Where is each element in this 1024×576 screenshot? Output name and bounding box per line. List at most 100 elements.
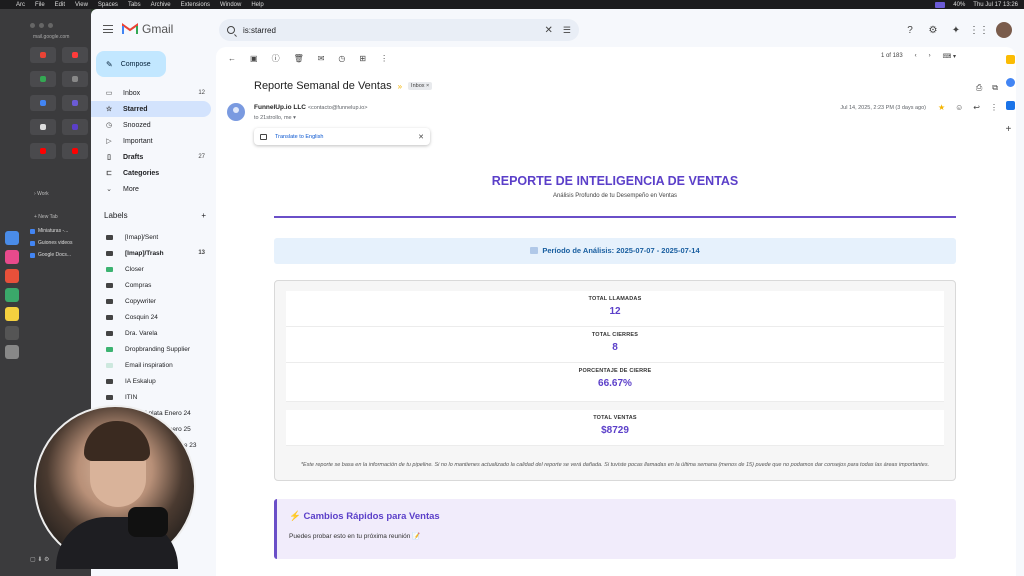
analysis-period: Período de Análisis: 2025-07-07 - 2025-0… xyxy=(274,237,956,264)
label-item[interactable]: [Imap]/Trash 13 xyxy=(91,245,211,261)
trash-icon[interactable] xyxy=(5,345,19,359)
next-page-icon[interactable]: › xyxy=(929,53,931,60)
star-icon[interactable]: ★ xyxy=(938,103,945,112)
pinned-tab[interactable] xyxy=(62,71,88,87)
sender-name[interactable]: FunnelUp.io LLC xyxy=(254,104,306,111)
more-options-icon[interactable]: ⋮ xyxy=(380,54,388,63)
menu-item-arc[interactable]: Arc xyxy=(16,2,25,8)
settings-gear-icon[interactable]: ⚙ xyxy=(927,24,939,36)
menu-item-edit[interactable]: Edit xyxy=(55,2,65,8)
compose-button[interactable]: ✎ Compose xyxy=(96,51,166,77)
new-tab-button[interactable]: + New Tab xyxy=(34,214,58,220)
nav-item-important[interactable]: ▷ Important xyxy=(91,133,211,149)
clock[interactable]: Thu Jul 17 13:26 xyxy=(973,2,1018,8)
nav-item-drafts[interactable]: ▯ Drafts 27 xyxy=(91,149,211,165)
pinned-tab[interactable] xyxy=(30,95,56,111)
menu-item-extensions[interactable]: Extensions xyxy=(181,2,210,8)
search-icon[interactable] xyxy=(227,26,235,34)
nav-item-snoozed[interactable]: ◷ Snoozed xyxy=(91,117,211,133)
dock-app-icon[interactable] xyxy=(5,269,19,283)
clear-search-icon[interactable]: ✕ xyxy=(545,25,553,36)
menu-item-archive[interactable]: Archive xyxy=(151,2,171,8)
label-item[interactable]: [Imap]/Sent xyxy=(91,229,211,245)
sidebar-tab[interactable]: Miniaturas -... xyxy=(30,228,72,234)
folder-work[interactable]: › Work xyxy=(34,191,49,197)
search-bar[interactable]: ✕ ☰ xyxy=(219,19,579,41)
gemini-sparkle-icon[interactable]: ✦ xyxy=(950,24,962,36)
help-icon[interactable]: ? xyxy=(904,24,916,36)
add-addon-icon[interactable]: + xyxy=(1006,124,1015,135)
nav-item-inbox[interactable]: ▭ Inbox 12 xyxy=(91,85,211,101)
menu-item-spaces[interactable]: Spaces xyxy=(98,2,118,8)
label-item[interactable]: IA Eskalup xyxy=(91,373,211,389)
sender-avatar[interactable] xyxy=(227,103,245,121)
label-item[interactable]: ITIN xyxy=(91,389,211,405)
gmail-logo[interactable]: Gmail xyxy=(122,22,173,36)
label-item[interactable]: Compras xyxy=(91,277,211,293)
emoji-react-icon[interactable]: ☺ xyxy=(955,103,963,112)
menu-item-help[interactable]: Help xyxy=(251,2,263,8)
pinned-tab[interactable] xyxy=(62,119,88,135)
window-controls[interactable] xyxy=(30,23,53,28)
label-item[interactable]: Email inspiration xyxy=(91,357,211,373)
dock-app-icon[interactable] xyxy=(5,307,19,321)
recipients[interactable]: to 21strollo, me ▾ xyxy=(254,115,296,121)
label-item[interactable]: Cosquin 24 xyxy=(91,309,211,325)
screen-record-icon[interactable] xyxy=(935,1,946,8)
account-avatar[interactable] xyxy=(996,22,1012,38)
pinned-tab[interactable] xyxy=(30,143,56,159)
move-to-icon[interactable]: ⊞ xyxy=(359,54,366,63)
label-item[interactable]: Dropbranding Supplier xyxy=(91,341,211,357)
translate-link[interactable]: Translate to English xyxy=(275,134,323,140)
search-options-icon[interactable]: ☰ xyxy=(563,25,571,36)
pinned-tab[interactable] xyxy=(30,119,56,135)
close-icon[interactable]: ✕ xyxy=(418,133,424,141)
print-icon[interactable]: ⎙ xyxy=(976,83,982,93)
archive-icon[interactable]: ▣ xyxy=(250,54,258,63)
label-item[interactable]: Dra. Varela xyxy=(91,325,211,341)
pinned-tab[interactable] xyxy=(62,47,88,63)
sidebar-tab[interactable]: Guiones videos xyxy=(30,240,72,246)
menu-item-view[interactable]: View xyxy=(75,2,88,8)
pinned-tab[interactable] xyxy=(62,143,88,159)
pinned-tab[interactable] xyxy=(30,47,56,63)
nav-item-more[interactable]: ⌄ More xyxy=(91,181,211,197)
label-item[interactable]: Closer xyxy=(91,261,211,277)
label-item[interactable]: Copywriter xyxy=(91,293,211,309)
apps-grid-icon[interactable]: ⋮⋮ xyxy=(969,24,989,36)
dock-app-icon[interactable] xyxy=(5,250,19,264)
contacts-icon[interactable] xyxy=(1005,101,1015,110)
sender-email: <contacto@funnelup.io> xyxy=(307,105,368,111)
mark-unread-icon[interactable]: ✉ xyxy=(318,54,325,63)
report-spam-icon[interactable]: ⓘ xyxy=(272,53,280,64)
dock-app-icon[interactable] xyxy=(5,288,19,302)
input-tools-icon[interactable]: ⌨ ▾ xyxy=(943,53,956,60)
pinned-tabs-grid xyxy=(30,47,88,159)
dock-app-icon[interactable] xyxy=(5,231,19,245)
gmail-nav: ▭ Inbox 12 ☆ Starred ◷ Snoozed ▷ Important ▯ D… xyxy=(91,85,211,197)
calendar-icon[interactable] xyxy=(1005,55,1015,64)
dock-app-icon[interactable] xyxy=(5,326,19,340)
prev-page-icon[interactable]: ‹ xyxy=(915,53,917,60)
important-marker-icon[interactable]: » xyxy=(398,82,402,91)
inbox-label-chip[interactable]: Inbox × xyxy=(408,82,433,90)
tasks-icon[interactable] xyxy=(1005,78,1015,87)
nav-item-starred[interactable]: ☆ Starred xyxy=(91,101,211,117)
stat-total-sales: TOTAL VENTAS $8729 xyxy=(286,409,944,446)
sidebar-bottom-controls[interactable]: ▢ ⬇ ⚙ xyxy=(30,556,49,563)
snooze-icon[interactable]: ◷ xyxy=(338,54,345,63)
menu-item-tabs[interactable]: Tabs xyxy=(128,2,141,8)
pinned-tab[interactable] xyxy=(62,95,88,111)
back-arrow-icon[interactable]: ← xyxy=(228,54,236,63)
nav-item-categories[interactable]: ⊏ Categories xyxy=(91,165,211,181)
delete-icon[interactable]: 🗑 xyxy=(294,54,304,63)
pinned-tab[interactable] xyxy=(30,71,56,87)
main-menu-icon[interactable] xyxy=(103,25,113,33)
sidebar-tab[interactable]: Google Docs... xyxy=(30,252,72,258)
menu-item-window[interactable]: Window xyxy=(220,2,241,8)
sidebar-url[interactable]: mail.google.com xyxy=(33,34,69,40)
add-label-icon[interactable]: + xyxy=(201,211,206,220)
search-input[interactable] xyxy=(243,25,545,35)
menu-item-file[interactable]: File xyxy=(35,2,45,8)
reply-icon[interactable]: ↩ xyxy=(973,103,980,112)
